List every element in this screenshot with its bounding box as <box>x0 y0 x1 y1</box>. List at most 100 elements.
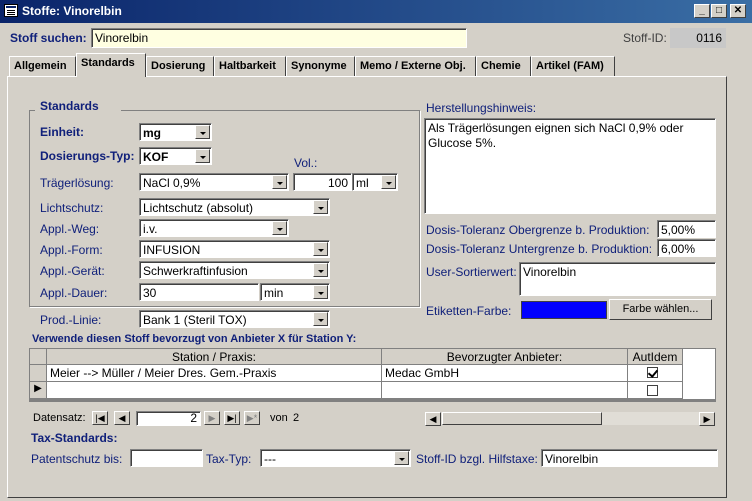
autidem-checkbox[interactable] <box>647 367 658 378</box>
previous-record-icon[interactable]: ◀ <box>114 411 130 425</box>
appl-geraet-label: Appl.-Gerät: <box>40 264 105 278</box>
column-header-anbieter[interactable]: Bevorzugter Anbieter: <box>382 349 628 365</box>
appl-geraet-combo[interactable]: Schwerkraftinfusion <box>139 261 330 279</box>
tab-haltbarkeit[interactable]: Haltbarkeit <box>214 56 286 76</box>
farbe-waehlen-button[interactable]: Farbe wählen... <box>609 299 712 320</box>
autidem-checkbox[interactable] <box>647 385 658 396</box>
appl-weg-label: Appl.-Weg: <box>40 222 100 236</box>
tax-title: Tax-Standards: <box>31 431 118 445</box>
anbieter-title: Verwende diesen Stoff bevorzugt von Anbi… <box>32 333 357 345</box>
vol-unit-combo[interactable]: ml <box>352 173 398 191</box>
chevron-down-icon[interactable] <box>394 451 409 465</box>
chevron-down-icon[interactable] <box>313 263 328 277</box>
chevron-down-icon[interactable] <box>313 312 328 326</box>
stoff-id-value: 0116 <box>670 28 726 48</box>
user-sort-input[interactable]: Vinorelbin <box>519 262 716 296</box>
appl-dauer-unit-combo[interactable]: min <box>260 283 330 301</box>
dosierungs-typ-value: KOF <box>143 150 169 164</box>
etikett-label: Etiketten-Farbe: <box>426 304 512 318</box>
datensatz-label: Datensatz: <box>33 412 86 424</box>
form-icon <box>4 4 18 17</box>
row-selector-current[interactable]: ▶ <box>30 382 47 399</box>
einheit-combo[interactable]: mg <box>139 123 212 141</box>
stoff-id-label: Stoff-ID: <box>623 31 667 45</box>
chevron-down-icon[interactable] <box>381 175 396 189</box>
maximize-button[interactable]: □ <box>711 4 727 18</box>
chevron-down-icon[interactable] <box>313 200 328 214</box>
toleranz-unter-label: Dosis-Toleranz Untergrenze b. Produktion… <box>426 242 653 256</box>
prod-linie-value: Bank 1 (Steril TOX) <box>143 313 247 327</box>
tab-artikel[interactable]: Artikel (FAM) <box>531 56 615 76</box>
chevron-down-icon[interactable] <box>195 149 210 163</box>
table-cell-anbieter[interactable] <box>382 382 628 399</box>
patent-label: Patentschutz bis: <box>31 452 123 466</box>
record-total: 2 <box>293 412 300 424</box>
toleranz-ober-input[interactable]: 5,00% <box>657 220 716 238</box>
etikett-color-swatch <box>521 301 607 319</box>
first-record-icon[interactable]: |◀ <box>92 411 108 425</box>
column-header-station[interactable]: Station / Praxis: <box>47 349 382 365</box>
appl-weg-value: i.v. <box>143 222 158 236</box>
chevron-down-icon[interactable] <box>313 285 328 299</box>
tab-standards[interactable]: Standards <box>76 53 146 77</box>
tab-dosierung[interactable]: Dosierung <box>146 56 214 76</box>
close-button[interactable]: ✕ <box>730 4 746 18</box>
of-label: von <box>270 412 288 424</box>
scroll-left-icon[interactable]: ◀ <box>425 412 441 426</box>
new-record-icon[interactable]: ▶* <box>244 411 260 425</box>
appl-form-combo[interactable]: INFUSION <box>139 240 330 258</box>
chevron-down-icon[interactable] <box>195 125 210 139</box>
appl-weg-combo[interactable]: i.v. <box>139 219 289 237</box>
search-label: Stoff suchen: <box>10 31 87 45</box>
appl-dauer-input[interactable]: 30 <box>139 283 259 301</box>
traegerloesung-value: NaCl 0,9% <box>143 176 201 190</box>
table-cell-station[interactable] <box>47 382 382 399</box>
herstellung-textarea[interactable]: Als Trägerlösungen eignen sich NaCl 0,9%… <box>424 118 716 214</box>
vol-label: Vol.: <box>294 156 318 170</box>
title-bar[interactable]: Stoffe: Vinorelbin _ □ ✕ <box>0 0 752 23</box>
tax-typ-label: Tax-Typ: <box>206 452 252 466</box>
patent-input[interactable] <box>130 449 203 467</box>
lichtschutz-label: Lichtschutz: <box>40 201 104 215</box>
table-cell-anbieter[interactable]: Medac GmbH <box>382 365 628 382</box>
horizontal-scrollbar[interactable]: ◀ ▶ <box>424 411 716 426</box>
tab-allgemein[interactable]: Allgemein <box>9 56 76 76</box>
grid-bottom-bar <box>30 399 715 402</box>
scroll-right-icon[interactable]: ▶ <box>699 412 715 426</box>
hilfstaxe-input[interactable]: Vinorelbin <box>541 449 718 467</box>
next-record-icon[interactable]: ▶ <box>204 411 220 425</box>
vol-unit-value: ml <box>356 176 369 190</box>
user-sort-label: User-Sortierwert: <box>426 265 517 279</box>
lichtschutz-value: Lichtschutz (absolut) <box>143 201 254 215</box>
toleranz-unter-input[interactable]: 6,00% <box>657 239 716 257</box>
search-input[interactable]: Vinorelbin <box>91 28 467 48</box>
appl-form-label: Appl.-Form: <box>40 243 103 257</box>
chevron-down-icon[interactable] <box>313 242 328 256</box>
tax-typ-value: --- <box>264 452 276 466</box>
hilfstaxe-label: Stoff-ID bzgl. Hilfstaxe: <box>416 452 538 466</box>
chevron-down-icon[interactable] <box>272 221 287 235</box>
standards-group-title: Standards <box>40 99 99 113</box>
dosierungs-typ-label: Dosierungs-Typ: <box>40 149 135 163</box>
last-record-icon[interactable]: ▶| <box>224 411 240 425</box>
tax-typ-combo[interactable]: --- <box>260 449 411 467</box>
appl-dauer-unit-value: min <box>264 286 284 300</box>
lichtschutz-combo[interactable]: Lichtschutz (absolut) <box>139 198 330 216</box>
minimize-button[interactable]: _ <box>694 4 710 18</box>
toleranz-ober-label: Dosis-Toleranz Obergrenze b. Produktion: <box>426 223 650 237</box>
record-number-input[interactable]: 2 <box>136 411 201 426</box>
tab-synonyme[interactable]: Synonyme <box>286 56 355 76</box>
traegerloesung-label: Trägerlösung: <box>40 176 114 190</box>
prod-linie-combo[interactable]: Bank 1 (Steril TOX) <box>139 310 330 328</box>
chevron-down-icon[interactable] <box>272 175 287 189</box>
dosierungs-typ-combo[interactable]: KOF <box>139 147 212 165</box>
column-header-autidem[interactable]: AutIdem <box>628 349 683 365</box>
scroll-thumb[interactable] <box>442 412 602 425</box>
tab-memo[interactable]: Memo / Externe Obj. <box>355 56 476 76</box>
tab-chemie[interactable]: Chemie <box>476 56 531 76</box>
vol-input[interactable]: 100 <box>293 173 352 191</box>
row-selector[interactable] <box>30 365 47 382</box>
table-cell-station[interactable]: Meier --> Müller / Meier Dres. Gem.-Prax… <box>47 365 382 382</box>
herstellung-label: Herstellungshinweis: <box>426 101 537 115</box>
traegerloesung-combo[interactable]: NaCl 0,9% <box>139 173 289 191</box>
